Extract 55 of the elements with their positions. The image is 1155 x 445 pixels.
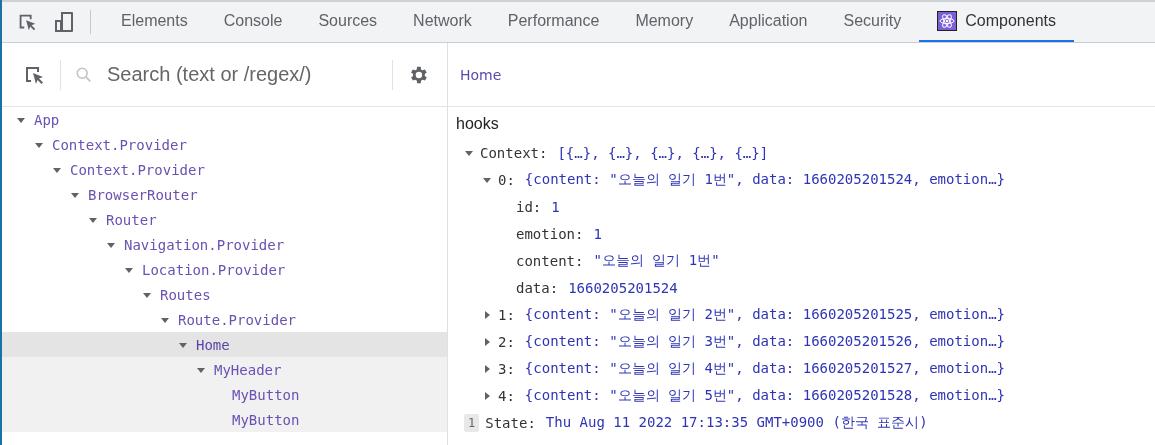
panel-tab[interactable]: Memory: [617, 2, 712, 42]
hook-key: 0:: [498, 171, 515, 188]
hook-key: data:: [516, 279, 559, 296]
hook-value: {content: "오늘의 일기 2번", data: 1660205201525, emotion…}: [524, 305, 1005, 324]
collapsed-arrow-icon[interactable]: [482, 390, 492, 401]
device-toolbar-icon[interactable]: [52, 10, 76, 34]
collapsed-arrow-icon[interactable]: [482, 336, 492, 347]
hook-key: State:: [485, 414, 536, 431]
panel-tab[interactable]: Performance: [489, 2, 618, 42]
component-name[interactable]: Navigation.Provider: [124, 236, 285, 253]
hook-value: "오늘의 일기 1번": [593, 251, 720, 270]
panel-tab[interactable]: Elements: [103, 2, 206, 42]
hook-value: {content: "오늘의 일기 3번", data: 1660205201526, emotion…}: [524, 332, 1005, 351]
hook-key: emotion:: [516, 225, 584, 242]
hook-key: 3:: [498, 360, 515, 377]
hook-key: 1:: [498, 306, 515, 323]
hook-key: 2:: [498, 333, 515, 350]
component-name[interactable]: App: [34, 111, 60, 128]
component-name[interactable]: Context.Provider: [52, 136, 187, 153]
hook-key: id:: [516, 198, 542, 215]
hook-key: Context:: [480, 144, 548, 161]
hook-value: {content: "오늘의 일기 1번", data: 1660205201524, emotion…}: [524, 170, 1005, 189]
collapsed-arrow-icon[interactable]: [482, 309, 492, 320]
section-title: hooks: [455, 114, 500, 134]
hook-key: 4:: [498, 387, 515, 404]
hook-value: {content: "오늘의 일기 5번", data: 1660205201528, emotion…}: [524, 386, 1005, 405]
collapsed-arrow-icon[interactable]: [482, 363, 492, 374]
component-name[interactable]: MyButton: [232, 411, 300, 428]
component-name[interactable]: MyButton: [232, 386, 300, 403]
panel-tab[interactable]: Network: [395, 2, 490, 42]
component-name[interactable]: BrowserRouter: [88, 186, 198, 203]
hook-value: 1: [551, 198, 560, 215]
panel-tab[interactable]: Security: [825, 2, 920, 42]
component-name[interactable]: Route.Provider: [178, 311, 296, 328]
panel-tab[interactable]: Sources: [300, 2, 396, 42]
atom-icon: [937, 11, 958, 31]
search-field[interactable]: Search (text or /regex/): [75, 62, 378, 87]
breadcrumb-link[interactable]: Home: [460, 66, 502, 83]
component-name[interactable]: Router: [106, 211, 157, 228]
hook-value: 1: [593, 225, 602, 242]
component-name[interactable]: Context.Provider: [70, 161, 205, 178]
panel-tab[interactable]: Application: [711, 2, 826, 42]
hook-value: [{…}, {…}, {…}, {…}, {…}]: [557, 144, 769, 161]
panel-tab[interactable]: Components: [919, 2, 1074, 42]
component-name[interactable]: Routes: [160, 286, 211, 303]
hook-value: Thu Aug 11 2022 17:13:35 GMT+0900 (한국 표준시): [545, 413, 928, 432]
hook-value: 1660205201524: [568, 279, 678, 296]
hook-key: content:: [516, 252, 584, 269]
panel-tab[interactable]: Console: [205, 2, 301, 42]
component-name[interactable]: Location.Provider: [142, 261, 286, 278]
hook-index-badge: 1: [464, 413, 480, 432]
hook-value: {content: "오늘의 일기 4번", data: 1660205201527, emotion…}: [524, 359, 1005, 378]
component-name[interactable]: MyHeader: [214, 361, 282, 378]
search-icon: [75, 65, 93, 84]
component-name[interactable]: Home: [196, 336, 230, 353]
